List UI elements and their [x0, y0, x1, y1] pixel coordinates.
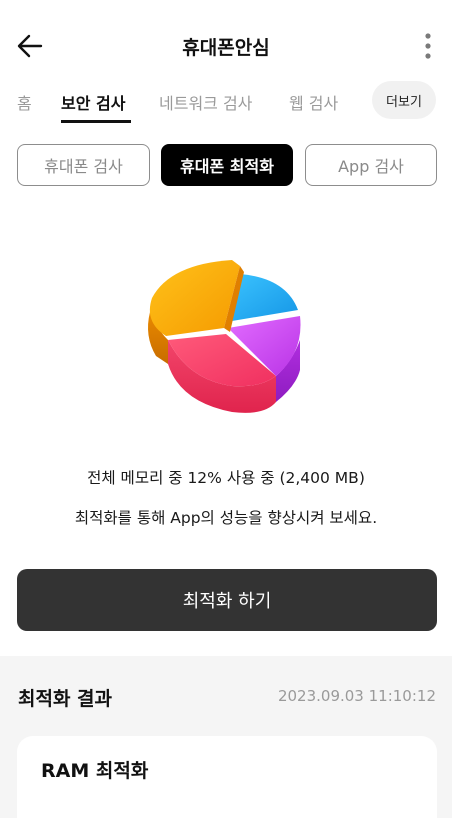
- pie-chart-3d-icon: [148, 260, 301, 413]
- more-tabs-button[interactable]: 더보기: [372, 81, 436, 119]
- memory-pie-illustration: [140, 252, 312, 420]
- tab-home[interactable]: 홈: [17, 90, 32, 114]
- more-options-button[interactable]: [412, 30, 444, 62]
- kebab-menu-icon: [425, 33, 431, 59]
- memory-usage-summary: 전체 메모리 중 12% 사용 중 (2,400 MB): [87, 469, 365, 487]
- tab-web-scan[interactable]: 웹 검사: [289, 90, 338, 114]
- results-timestamp: 2023.09.03 11:10:12: [277, 687, 436, 705]
- page-title: 휴대폰안심: [182, 37, 270, 59]
- ram-optimization-card[interactable]: RAM 최적화: [17, 736, 437, 818]
- app-bar: 휴대폰안심: [0, 0, 452, 92]
- card-title: RAM 최적화: [41, 760, 149, 782]
- segment-phone-scan[interactable]: 휴대폰 검사: [17, 144, 150, 186]
- results-section: 최적화 결과 2023.09.03 11:10:12 RAM 최적화: [0, 656, 452, 818]
- tab-security-scan[interactable]: 보안 검사: [61, 90, 125, 114]
- optimization-hint: 최적화를 통해 App의 성능을 향상시켜 보세요.: [74, 509, 378, 527]
- tab-bar: 홈 보안 검사 네트워크 검사 웹 검사 더보기: [0, 80, 452, 126]
- results-title: 최적화 결과: [18, 688, 113, 710]
- optimize-button[interactable]: 최적화 하기: [17, 569, 437, 631]
- segment-phone-optimize[interactable]: 휴대폰 최적화: [161, 144, 293, 186]
- active-tab-indicator: [61, 120, 131, 123]
- segment-app-scan[interactable]: App 검사: [305, 144, 437, 186]
- tab-network-scan[interactable]: 네트워크 검사: [159, 90, 252, 114]
